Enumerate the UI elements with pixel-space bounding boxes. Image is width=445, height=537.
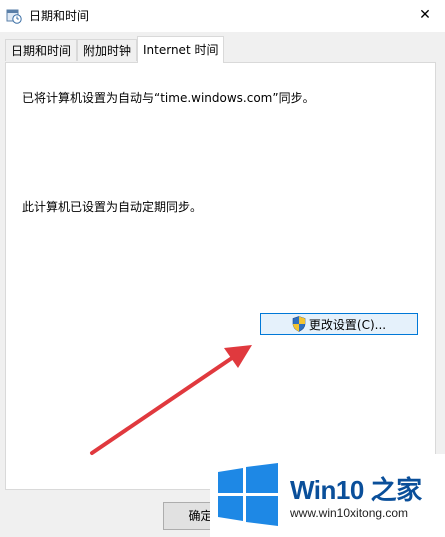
change-settings-button[interactable]: 更改设置(C)... [260, 313, 418, 335]
tab-date-and-time[interactable]: 日期和时间 [5, 39, 78, 61]
internet-time-panel: 已将计算机设置为自动与“time.windows.com”同步。 此计算机已设置… [5, 62, 436, 490]
windows-logo-icon [218, 463, 278, 526]
watermark: Win10 之家 www.win10xitong.com [210, 454, 445, 537]
sync-status-text: 已将计算机设置为自动与“time.windows.com”同步。 [22, 91, 315, 105]
uac-shield-icon [292, 316, 306, 332]
title-bar: 日期和时间 ✕ [0, 0, 445, 32]
watermark-brand: Win10 之家 [290, 470, 422, 507]
close-icon[interactable]: ✕ [405, 0, 445, 30]
window-title: 日期和时间 [29, 9, 90, 23]
schedule-status-text: 此计算机已设置为自动定期同步。 [22, 200, 203, 214]
tab-internet-time[interactable]: Internet 时间 [137, 36, 225, 63]
tab-additional-clocks[interactable]: 附加时钟 [77, 39, 138, 61]
watermark-brand-name: Win10 [290, 475, 364, 505]
date-time-app-icon [6, 9, 22, 24]
watermark-site: www.win10xitong.com [290, 506, 409, 520]
change-settings-label: 更改设置(C)... [308, 317, 387, 332]
watermark-brand-suffix: 之家 [370, 475, 423, 505]
